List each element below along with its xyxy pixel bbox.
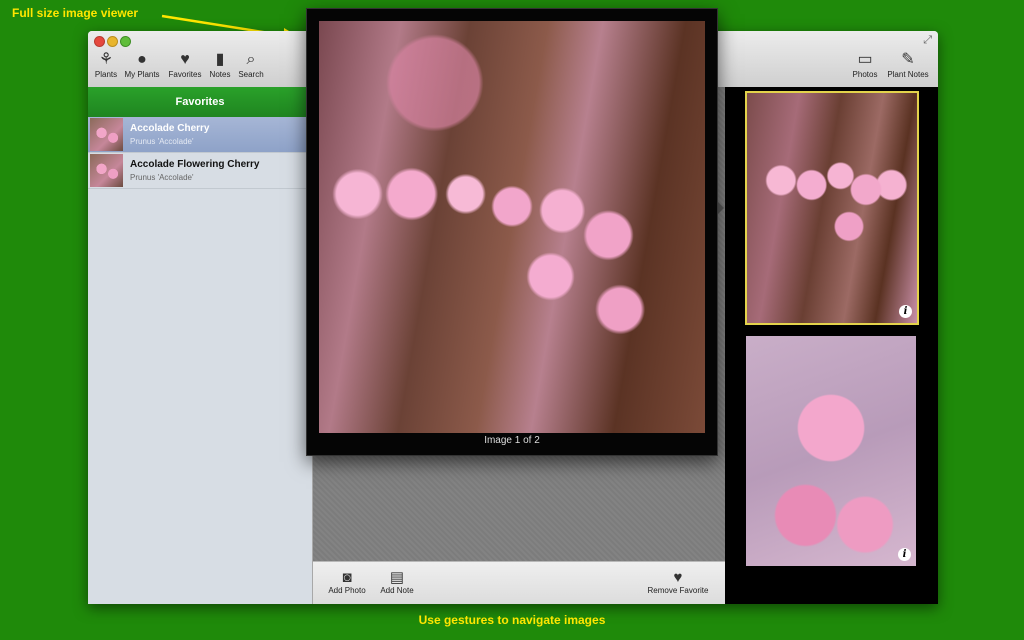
clipboard-icon: ✎ (901, 51, 915, 68)
info-icon[interactable]: i (898, 548, 911, 561)
fullscreen-icon[interactable]: ⤢ (923, 34, 932, 47)
annotation-full-size-viewer: Full size image viewer (12, 6, 139, 20)
camera-icon: ◙ (342, 569, 352, 586)
photo-thumbnail-selected[interactable]: i (745, 91, 919, 325)
list-item[interactable]: Accolade Cherry Prunus 'Accolade' (88, 117, 312, 153)
list-item[interactable]: Accolade Flowering Cherry Prunus 'Accola… (88, 153, 312, 189)
photo-thumbnail[interactable]: i (746, 336, 916, 566)
sidebar: Favorites Accolade Cherry Prunus 'Accola… (88, 87, 313, 604)
item-title: Accolade Flowering Cherry (130, 159, 260, 170)
plant-thumbnail (90, 154, 123, 187)
item-subtitle: Prunus 'Accolade' (130, 137, 194, 146)
toolbar-my-plants-button[interactable]: ● My Plants (123, 51, 161, 79)
annotation-gestures: Use gestures to navigate images (418, 613, 606, 627)
heart-icon: ♥ (673, 569, 683, 586)
zoom-window-button[interactable] (120, 36, 131, 47)
bottom-toolbar: ◙ Add Photo ▤ Add Note ♥ Remove Favorite (313, 561, 725, 604)
notepad-icon: ▤ (389, 569, 405, 586)
notebook-icon: ▮ (215, 51, 225, 68)
remove-favorite-button[interactable]: ♥ Remove Favorite (643, 569, 713, 595)
minimize-window-button[interactable] (107, 36, 118, 47)
toolbar-plants-label: Plants (94, 70, 118, 79)
add-note-button[interactable]: ▤ Add Note (377, 569, 417, 595)
add-photo-button[interactable]: ◙ Add Photo (325, 569, 369, 595)
toolbar-search-label: Search (238, 70, 264, 79)
toolbar-plants-button[interactable]: ⚘ Plants (94, 51, 118, 79)
toolbar-photos-button[interactable]: ▭ Photos (850, 51, 880, 79)
magnifier-icon: ⌕ (246, 51, 256, 68)
easel-icon: ▭ (857, 51, 873, 68)
toolbar-search-button[interactable]: ⌕ Search (237, 51, 265, 79)
person-icon: ● (137, 51, 147, 68)
item-title: Accolade Cherry (130, 123, 210, 134)
toolbar-photos-label: Photos (852, 70, 878, 79)
full-size-image-viewer[interactable]: Image 1 of 2 (306, 8, 718, 456)
info-icon[interactable]: i (899, 305, 912, 318)
plant-thumbnail (90, 118, 123, 151)
add-photo-label: Add Photo (328, 586, 366, 595)
toolbar-plant-notes-button[interactable]: ✎ Plant Notes (885, 51, 931, 79)
photos-panel: i i (725, 87, 938, 604)
toolbar-favorites-label: Favorites (168, 70, 202, 79)
toolbar-my-plants-label: My Plants (124, 70, 160, 79)
toolbar-plant-notes-label: Plant Notes (887, 70, 929, 79)
add-note-label: Add Note (380, 586, 414, 595)
remove-favorite-label: Remove Favorite (647, 586, 709, 595)
plant-pot-icon: ⚘ (98, 51, 114, 68)
image-counter: Image 1 of 2 (484, 435, 540, 446)
item-subtitle: Prunus 'Accolade' (130, 173, 194, 182)
toolbar-notes-label: Notes (209, 70, 231, 79)
sidebar-header: Favorites (88, 87, 312, 117)
full-size-image[interactable] (319, 21, 705, 433)
heart-icon: ♥ (180, 51, 190, 68)
close-window-button[interactable] (94, 36, 105, 47)
toolbar-notes-button[interactable]: ▮ Notes (207, 51, 233, 79)
toolbar-favorites-button[interactable]: ♥ Favorites (167, 51, 203, 79)
